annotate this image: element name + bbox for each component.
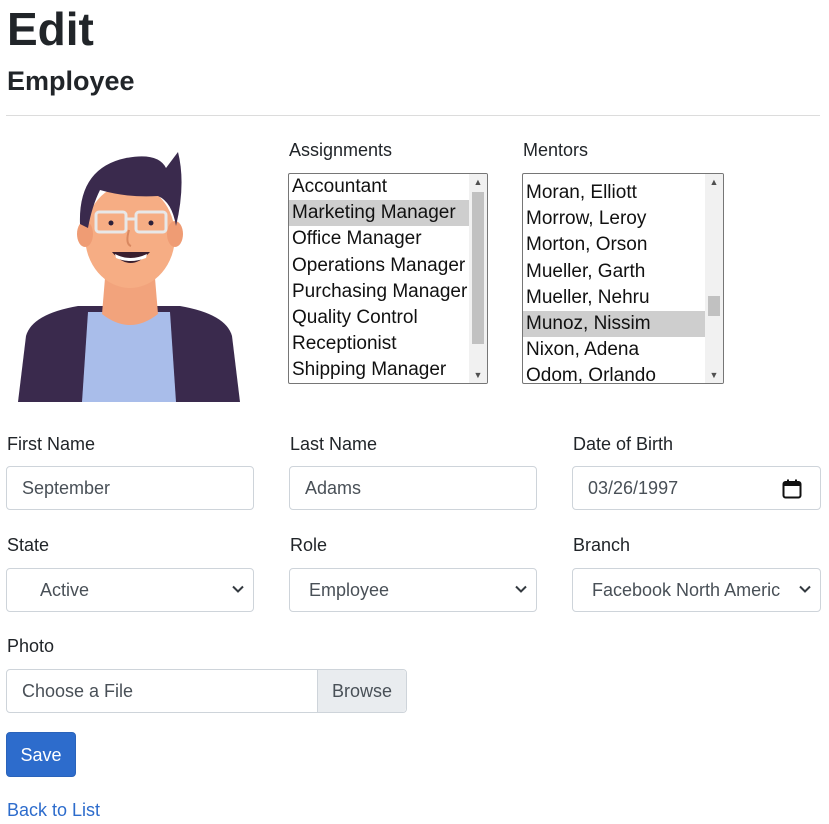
mentors-label: Mentors bbox=[523, 140, 589, 160]
mentor-option[interactable]: Moran, Elliott bbox=[523, 180, 705, 206]
state-value: Active bbox=[40, 580, 90, 600]
mentor-option[interactable]: Morrow, Leroy bbox=[523, 206, 705, 232]
photo-placeholder: Choose a File bbox=[22, 681, 134, 701]
branch-value: Facebook North Americ bbox=[592, 580, 781, 600]
assignments-label: Assignments bbox=[289, 140, 393, 160]
assignments-scrollbar[interactable]: ▲ ▼ bbox=[469, 174, 487, 383]
role-select[interactable]: Employee bbox=[289, 568, 537, 612]
back-to-list-link[interactable]: Back to List bbox=[7, 799, 100, 821]
dob-input[interactable]: 03/26/1997 bbox=[572, 466, 821, 510]
chevron-down-icon bbox=[515, 585, 527, 593]
mentor-option[interactable]: Morton, Orson bbox=[523, 232, 705, 258]
assignments-options: Accountant Marketing Manager Office Mana… bbox=[289, 174, 469, 383]
photo-file-input[interactable]: Choose a File Browse bbox=[6, 669, 407, 713]
scrollbar-thumb[interactable] bbox=[708, 296, 720, 316]
dob-label: Date of Birth bbox=[573, 434, 674, 454]
browse-button[interactable]: Browse bbox=[317, 670, 406, 712]
state-label: State bbox=[7, 535, 50, 555]
calendar-icon[interactable] bbox=[782, 479, 802, 499]
divider bbox=[6, 115, 820, 116]
branch-label: Branch bbox=[573, 535, 631, 555]
assignment-option[interactable]: Purchasing Manager bbox=[289, 279, 469, 305]
page-title: Edit bbox=[7, 3, 94, 55]
page-subtitle: Employee bbox=[7, 66, 135, 96]
mentors-options: Moran, Elliott Morrow, Leroy Morton, Ors… bbox=[523, 174, 705, 383]
scroll-up-icon[interactable]: ▲ bbox=[705, 174, 723, 190]
chevron-down-icon bbox=[232, 585, 244, 593]
branch-select[interactable]: Facebook North Americ bbox=[572, 568, 821, 612]
mentor-option[interactable]: Mueller, Nehru bbox=[523, 285, 705, 311]
scroll-down-icon[interactable]: ▼ bbox=[469, 367, 487, 383]
mentor-option[interactable]: Nixon, Adena bbox=[523, 337, 705, 363]
assignment-option[interactable]: Quality Control bbox=[289, 305, 469, 331]
mentor-option[interactable]: Mueller, Garth bbox=[523, 259, 705, 285]
last-name-input[interactable]: Adams bbox=[289, 466, 537, 510]
first-name-label: First Name bbox=[7, 434, 96, 454]
scroll-down-icon[interactable]: ▼ bbox=[705, 367, 723, 383]
dob-value: 03/26/1997 bbox=[588, 478, 679, 498]
scroll-up-icon[interactable]: ▲ bbox=[469, 174, 487, 190]
mentor-option[interactable]: Odom, Orlando bbox=[523, 363, 705, 383]
mentors-scrollbar[interactable]: ▲ ▼ bbox=[705, 174, 723, 383]
state-select[interactable]: Active bbox=[6, 568, 254, 612]
avatar bbox=[18, 152, 240, 402]
assignment-option[interactable]: Office Manager bbox=[289, 226, 469, 252]
role-value: Employee bbox=[309, 580, 390, 600]
assignment-option-selected[interactable]: Marketing Manager bbox=[289, 200, 469, 227]
role-label: Role bbox=[290, 535, 328, 555]
assignment-option[interactable]: Operations Manager bbox=[289, 253, 469, 279]
photo-label: Photo bbox=[7, 636, 55, 656]
save-button[interactable]: Save bbox=[6, 732, 76, 777]
assignment-option[interactable]: Receptionist bbox=[289, 331, 469, 357]
chevron-down-icon bbox=[799, 585, 811, 593]
mentors-listbox[interactable]: Moran, Elliott Morrow, Leroy Morton, Ors… bbox=[522, 173, 724, 384]
first-name-input[interactable]: September bbox=[6, 466, 254, 510]
assignment-option[interactable]: Shipping Manager bbox=[289, 357, 469, 383]
assignment-option[interactable]: Accountant bbox=[289, 174, 469, 200]
assignments-listbox[interactable]: Accountant Marketing Manager Office Mana… bbox=[288, 173, 488, 384]
last-name-label: Last Name bbox=[290, 434, 378, 454]
mentor-option-selected[interactable]: Munoz, Nissim bbox=[523, 310, 705, 338]
scrollbar-thumb[interactable] bbox=[472, 192, 484, 344]
